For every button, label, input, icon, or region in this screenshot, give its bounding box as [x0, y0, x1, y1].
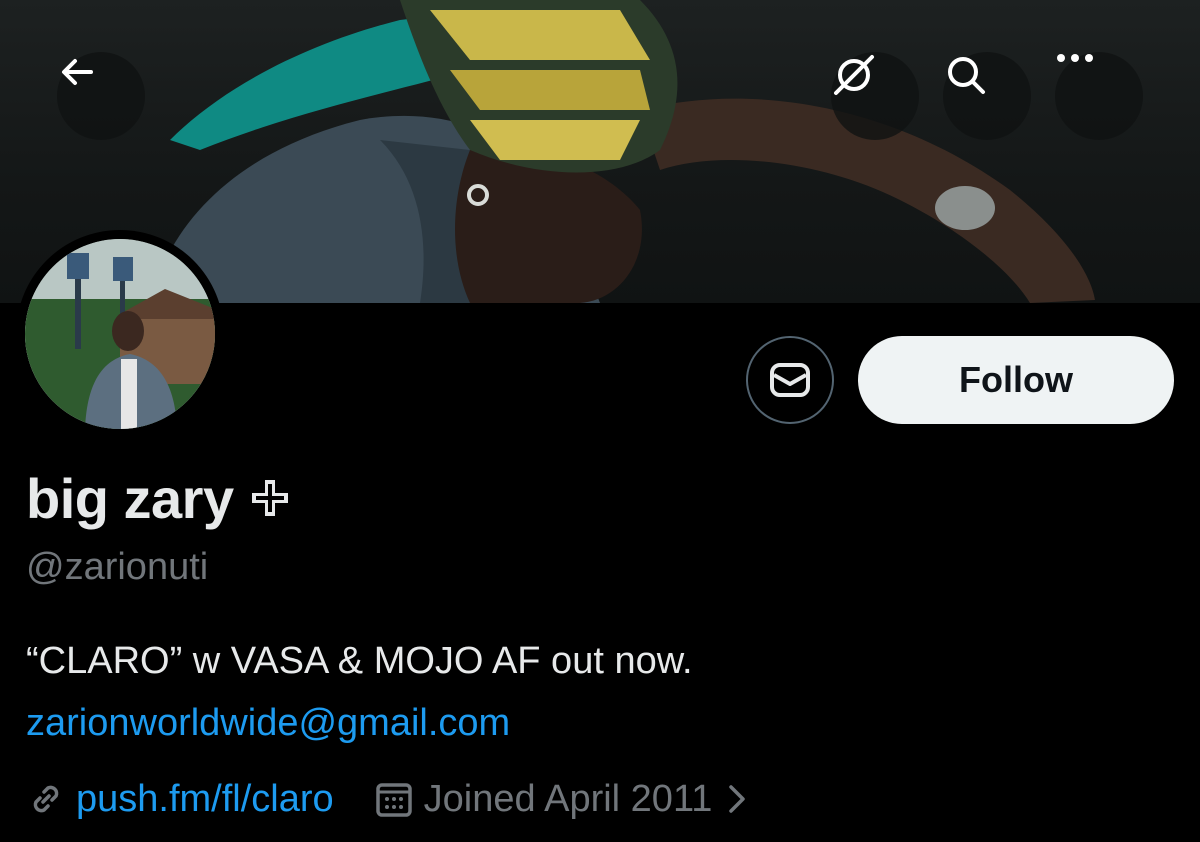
website-item[interactable]: push.fm/fl/claro	[26, 778, 334, 821]
message-button[interactable]	[746, 336, 834, 424]
profile-meta: push.fm/fl/claro Joined April 2011	[26, 776, 750, 822]
name-row: big zary	[26, 466, 292, 530]
joined-item[interactable]: Joined April 2011	[374, 778, 751, 821]
chevron-right-icon	[729, 785, 746, 813]
joined-date: Joined April 2011	[423, 777, 713, 820]
plus-badge-icon	[248, 476, 292, 520]
avatar-image	[25, 239, 215, 429]
website-link[interactable]: push.fm/fl/claro	[76, 778, 334, 821]
search-button[interactable]	[943, 52, 1031, 140]
calendar-icon	[375, 783, 412, 817]
display-name: big zary	[26, 466, 234, 530]
envelope-icon	[770, 363, 810, 397]
search-icon	[948, 57, 985, 94]
grok-icon	[834, 55, 874, 95]
link-icon	[33, 785, 59, 813]
handle: @zarionuti	[26, 546, 209, 588]
back-button[interactable]	[57, 52, 145, 140]
more-button[interactable]	[1055, 52, 1143, 140]
more-icon	[1057, 54, 1093, 62]
bio-email-link[interactable]: zarionworldwide@gmail.com	[26, 702, 510, 745]
grok-button[interactable]	[831, 52, 919, 140]
arrow-left-icon	[62, 59, 93, 85]
follow-button[interactable]: Follow	[858, 336, 1174, 424]
avatar[interactable]	[16, 230, 224, 438]
bio: “CLARO” w VASA & MOJO AF out now.	[26, 640, 693, 682]
